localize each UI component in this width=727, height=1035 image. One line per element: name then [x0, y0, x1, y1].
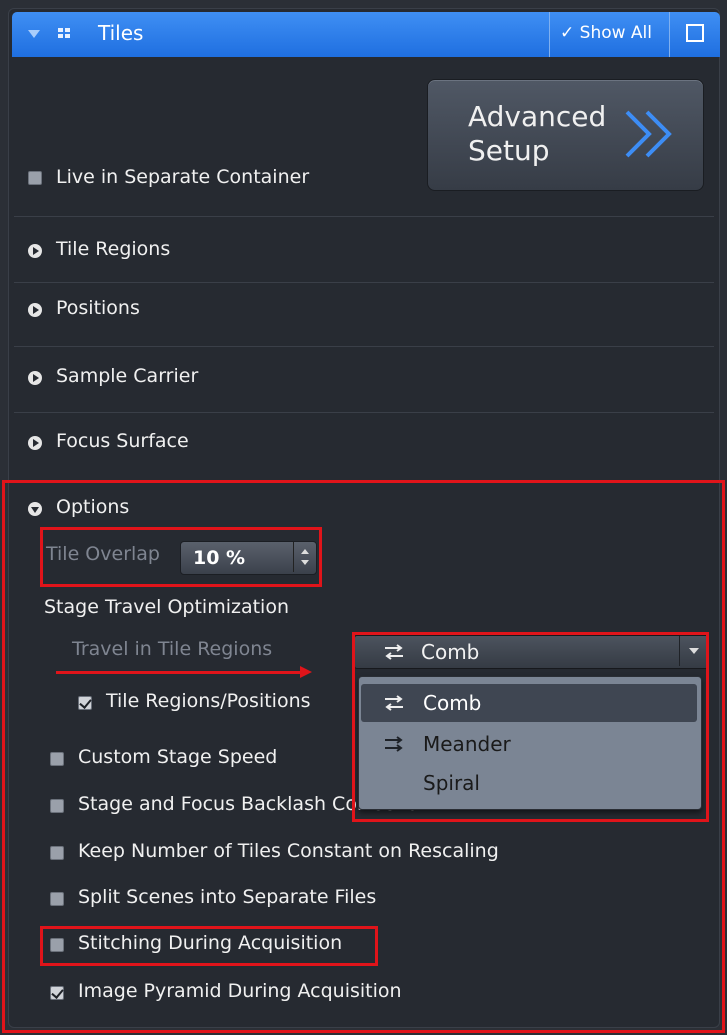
spinner-buttons[interactable] [293, 542, 316, 572]
travel-mode-highlight-box [352, 632, 709, 822]
collapse-arrow-icon[interactable] [28, 30, 40, 38]
stage-travel-heading: Stage Travel Optimization [44, 596, 290, 618]
backlash-correction-checkbox[interactable] [50, 799, 64, 813]
expand-icon[interactable] [28, 436, 42, 450]
annotation-arrow [56, 671, 306, 674]
spinner-arrows-icon [301, 549, 309, 565]
tiles-icon [58, 28, 72, 40]
popout-button[interactable] [669, 12, 721, 57]
split-scenes-label: Split Scenes into Separate Files [78, 886, 377, 908]
section-positions[interactable]: Positions [56, 297, 140, 319]
image-pyramid-checkbox[interactable] [50, 986, 64, 1000]
section-focus-surface[interactable]: Focus Surface [56, 430, 189, 452]
advanced-setup-button[interactable]: Advanced Setup [427, 79, 704, 191]
annotation-arrow-head [300, 666, 312, 678]
divider [14, 282, 714, 283]
tile-regions-positions-checkbox[interactable] [78, 696, 92, 710]
tile-overlap-label: Tile Overlap [46, 543, 160, 565]
tile-overlap-spinner[interactable]: 10 % [180, 541, 317, 575]
popout-icon [686, 24, 704, 42]
custom-stage-speed-checkbox[interactable] [50, 752, 64, 766]
expand-icon[interactable] [28, 371, 42, 385]
custom-stage-speed-label: Custom Stage Speed [78, 746, 278, 768]
stitching-checkbox[interactable] [50, 938, 64, 952]
keep-number-tiles-checkbox[interactable] [50, 846, 64, 860]
tile-regions-positions-label: Tile Regions/Positions [106, 690, 311, 712]
show-all-label: ✓ Show All [560, 23, 652, 43]
collapse-icon[interactable] [28, 502, 42, 516]
expand-icon[interactable] [28, 244, 42, 258]
travel-in-tile-regions-label: Travel in Tile Regions [72, 638, 273, 660]
live-separate-container-label: Live in Separate Container [56, 166, 310, 188]
panel-title: Tiles [98, 21, 144, 45]
stitching-label: Stitching During Acquisition [78, 932, 343, 954]
double-chevron-icon [625, 110, 672, 158]
advanced-setup-line1: Advanced [468, 100, 607, 133]
advanced-setup-line2: Setup [468, 134, 550, 167]
tile-overlap-value: 10 % [193, 547, 246, 569]
section-tile-regions[interactable]: Tile Regions [56, 238, 170, 260]
divider [14, 346, 714, 347]
live-separate-container-checkbox[interactable] [28, 171, 42, 185]
show-all-button[interactable]: ✓ Show All [549, 12, 670, 57]
keep-number-tiles-label: Keep Number of Tiles Constant on Rescali… [78, 840, 499, 862]
section-options[interactable]: Options [56, 496, 129, 518]
divider [14, 216, 714, 217]
split-scenes-checkbox[interactable] [50, 892, 64, 906]
image-pyramid-label: Image Pyramid During Acquisition [78, 980, 402, 1002]
section-sample-carrier[interactable]: Sample Carrier [56, 365, 198, 387]
expand-icon[interactable] [28, 303, 42, 317]
divider [14, 412, 714, 413]
